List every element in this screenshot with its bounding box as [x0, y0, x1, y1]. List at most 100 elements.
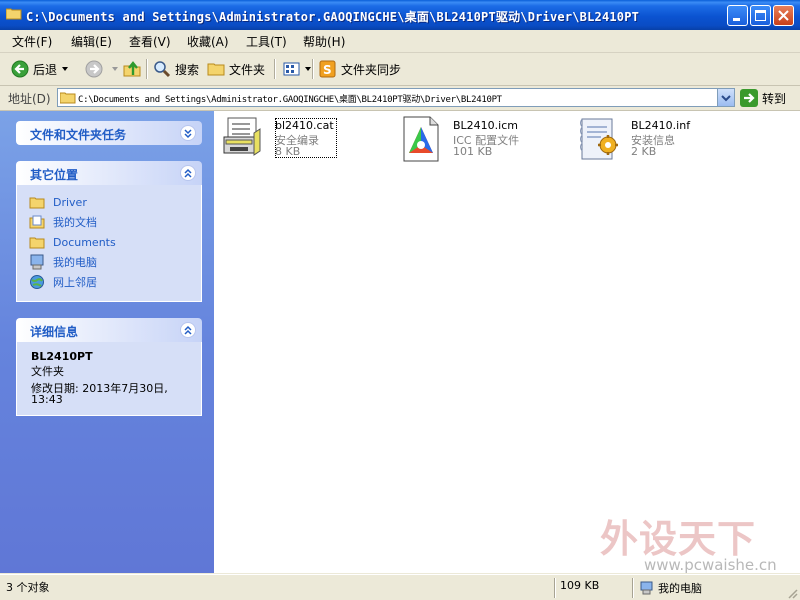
back-button[interactable]: 后退 — [10, 57, 69, 81]
file-name: bl2410.cat — [275, 119, 334, 132]
folders-button[interactable]: 文件夹 — [206, 57, 265, 81]
place-documents[interactable]: Documents — [29, 233, 116, 251]
menu-view[interactable]: 查看(V) — [129, 33, 171, 50]
place-my-computer[interactable]: 我的电脑 — [29, 253, 97, 271]
status-object-count: 3 个对象 — [6, 581, 50, 594]
file-list[interactable]: bl2410.cat 安全编录 8 KB BL2410.icm ICC 配置文件… — [214, 111, 800, 573]
expand-chevron-icon[interactable] — [180, 125, 196, 141]
tasks-panel-header[interactable]: 文件和文件夹任务 — [16, 121, 202, 145]
watermark: 外设天下 www.pcwaishe.cn — [600, 508, 800, 578]
menu-file[interactable]: 文件(F) — [12, 33, 52, 50]
status-bar: 3 个对象 109 KB 我的电脑 — [0, 574, 800, 600]
details-panel-body: BL2410PT 文件夹 修改日期: 2013年7月30日, 13:43 — [16, 342, 202, 416]
file-item[interactable]: bl2410.cat 安全编录 8 KB — [220, 115, 390, 165]
file-item[interactable]: BL2410.icm ICC 配置文件 101 KB — [398, 115, 568, 165]
details-type: 文件夹 — [31, 365, 64, 378]
watermark-url: www.pcwaishe.cn — [644, 556, 777, 574]
details-panel: 详细信息 BL2410PT 文件夹 修改日期: 2013年7月30日, 13:4… — [16, 318, 202, 416]
toolbar-separator — [274, 59, 276, 79]
place-driver[interactable]: Driver — [29, 193, 87, 211]
place-network[interactable]: 网上邻居 — [29, 273, 97, 291]
status-divider — [554, 578, 556, 598]
status-total-size: 109 KB — [560, 579, 600, 592]
my-documents-icon — [29, 214, 45, 230]
folder-icon — [6, 8, 22, 20]
details-modified-time: 13:43 — [31, 393, 63, 406]
explorer-window: C:\Documents and Settings\Administrator.… — [0, 0, 800, 600]
folder-icon — [206, 59, 226, 79]
forward-button[interactable] — [84, 57, 118, 81]
file-size: 101 KB — [453, 145, 493, 158]
toolbar: 后退 搜索 文件夹 S 文件夹同步 — [0, 53, 800, 86]
up-button[interactable] — [122, 57, 145, 81]
maximize-icon — [755, 10, 766, 21]
catalog-icon — [223, 117, 261, 156]
search-button[interactable]: 搜索 — [152, 57, 199, 81]
folders-label: 文件夹 — [229, 62, 266, 77]
window-title: C:\Documents and Settings\Administrator.… — [26, 10, 640, 24]
chevron-down-icon — [721, 95, 731, 102]
details-panel-header[interactable]: 详细信息 — [16, 318, 202, 342]
minimize-icon — [733, 18, 740, 21]
computer-icon — [29, 254, 45, 270]
file-item[interactable]: BL2410.inf 安装信息 2 KB — [576, 115, 746, 165]
menu-tools[interactable]: 工具(T) — [246, 33, 287, 50]
views-button[interactable] — [282, 57, 311, 81]
folder-icon — [29, 234, 45, 250]
file-size: 2 KB — [631, 145, 657, 158]
views-icon — [282, 59, 302, 79]
places-panel-body: Driver 我的文档 Documents 我的电脑 网上邻居 — [16, 185, 202, 302]
back-arrow-icon — [10, 59, 30, 79]
file-name: BL2410.inf — [631, 119, 691, 132]
places-panel-header[interactable]: 其它位置 — [16, 161, 202, 185]
place-my-documents[interactable]: 我的文档 — [29, 213, 97, 231]
folder-sync-label: 文件夹同步 — [341, 62, 402, 77]
sync-icon: S — [318, 59, 338, 79]
menu-help[interactable]: 帮助(H) — [303, 33, 345, 50]
chevron-down-icon[interactable] — [112, 67, 118, 71]
places-panel-title: 其它位置 — [30, 168, 79, 182]
computer-icon — [640, 581, 653, 595]
menu-edit[interactable]: 编辑(E) — [71, 33, 112, 50]
file-name: BL2410.icm — [453, 119, 518, 132]
folder-sync-button[interactable]: S 文件夹同步 — [318, 57, 401, 81]
address-input[interactable]: C:\Documents and Settings\Administrator.… — [57, 88, 735, 107]
places-panel: 其它位置 Driver 我的文档 Documents 我的电脑 网上邻居 — [16, 161, 202, 302]
network-globe-icon — [29, 274, 45, 290]
setup-info-icon — [580, 118, 618, 160]
watermark-logo: 外设天下 — [600, 517, 757, 561]
menu-favorites[interactable]: 收藏(A) — [187, 33, 229, 50]
task-pane: 文件和文件夹任务 其它位置 Driver 我的文档 Documents 我的电脑… — [0, 111, 214, 573]
minimize-button[interactable] — [727, 5, 748, 26]
folder-icon — [29, 194, 45, 210]
address-value[interactable]: C:\Documents and Settings\Administrator.… — [78, 92, 502, 105]
collapse-chevron-icon[interactable] — [180, 165, 196, 181]
chevron-down-icon[interactable] — [305, 67, 311, 71]
back-label: 后退 — [33, 62, 58, 77]
go-arrow-icon — [740, 89, 758, 107]
go-button[interactable]: 转到 — [740, 88, 798, 108]
tasks-panel: 文件和文件夹任务 — [16, 121, 202, 145]
details-name: BL2410PT — [31, 350, 93, 363]
search-label: 搜索 — [175, 62, 200, 77]
chevron-down-icon[interactable] — [62, 67, 69, 71]
toolbar-separator — [146, 59, 148, 79]
toolbar-separator — [312, 59, 314, 79]
file-size: 8 KB — [275, 145, 301, 158]
maximize-button[interactable] — [750, 5, 771, 26]
address-dropdown-button[interactable] — [717, 89, 734, 106]
menu-bar: 文件(F) 编辑(E) 查看(V) 收藏(A) 工具(T) 帮助(H) — [0, 30, 800, 82]
icc-profile-icon — [403, 116, 439, 162]
status-divider — [632, 578, 634, 598]
close-button[interactable] — [773, 5, 794, 26]
resize-grip-icon[interactable] — [786, 587, 798, 599]
title-bar[interactable]: C:\Documents and Settings\Administrator.… — [0, 0, 800, 30]
collapse-chevron-icon[interactable] — [180, 322, 196, 338]
folder-up-icon — [122, 59, 142, 79]
status-location: 我的电脑 — [640, 579, 702, 597]
search-icon — [152, 59, 172, 79]
folder-icon — [60, 92, 76, 104]
tasks-panel-title: 文件和文件夹任务 — [30, 128, 127, 142]
forward-arrow-icon — [84, 59, 104, 79]
go-label: 转到 — [762, 91, 787, 106]
